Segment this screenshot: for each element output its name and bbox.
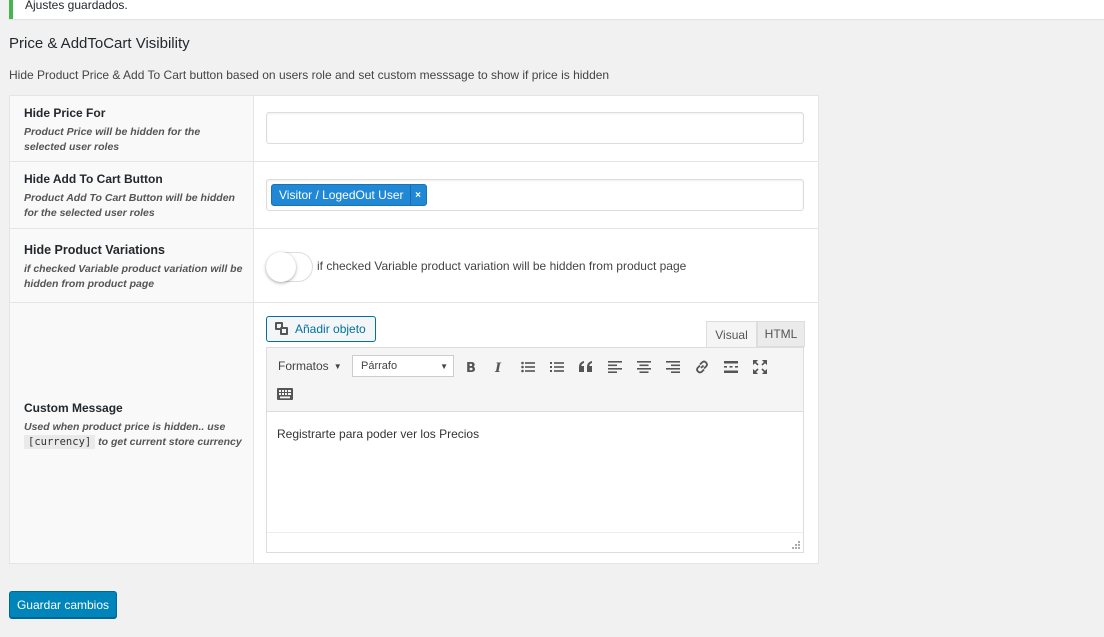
toggle-label: if checked Variable product variation wi…	[317, 259, 687, 273]
hide-price-title: Hide Price For	[24, 106, 106, 120]
hide-variations-label: Hide Product Variations if checked Varia…	[24, 243, 244, 292]
desc-before: Used when product price is hidden.. use	[24, 421, 226, 433]
row-divider	[10, 302, 818, 303]
rich-text-editor: Formatos ▼ Párrafo ▼ B I Registrarte par…	[266, 347, 804, 553]
bold-icon[interactable]: B	[460, 356, 482, 378]
custom-message-desc: Used when product price is hidden.. use …	[24, 420, 244, 450]
row-divider	[10, 228, 818, 229]
editor-statusbar	[267, 532, 803, 552]
numbered-list-icon[interactable]	[546, 356, 568, 378]
settings-table: Hide Price For Product Price will be hid…	[9, 95, 819, 564]
keyboard-icon[interactable]	[274, 383, 296, 405]
custom-message-title: Custom Message	[24, 401, 123, 415]
label-column	[10, 96, 254, 563]
bullet-list-icon[interactable]	[517, 356, 539, 378]
paragraph-label: Párrafo	[361, 360, 398, 372]
currency-code: [currency]	[24, 435, 96, 449]
hide-variations-title: Hide Product Variations	[24, 243, 166, 257]
editor-content[interactable]: Registrarte para poder ver los Precios	[277, 427, 479, 441]
hide-cart-select[interactable]: Visitor / LogedOut User ×	[266, 179, 804, 211]
hide-price-desc: Product Price will be hidden for the sel…	[24, 126, 201, 153]
align-right-icon[interactable]	[662, 356, 684, 378]
hide-variations-toggle[interactable]	[266, 252, 313, 282]
hide-cart-label: Hide Add To Cart Button Product Add To C…	[24, 172, 244, 221]
formats-menu[interactable]: Formatos ▼	[278, 359, 342, 373]
notice-text: Ajustes guardados.	[25, 0, 128, 12]
media-icon	[275, 322, 289, 336]
resize-handle-icon[interactable]	[792, 541, 800, 549]
hide-price-select[interactable]	[266, 112, 804, 144]
chevron-down-icon: ▼	[440, 361, 448, 371]
role-tag: Visitor / LogedOut User ×	[271, 184, 427, 206]
svg-text:B: B	[466, 361, 476, 374]
read-more-icon[interactable]	[720, 356, 742, 378]
save-button[interactable]: Guardar cambios	[9, 591, 117, 618]
formats-label: Formatos	[278, 359, 329, 373]
hide-price-label: Hide Price For Product Price will be hid…	[24, 106, 244, 155]
blockquote-icon[interactable]	[575, 356, 597, 378]
paragraph-select[interactable]: Párrafo ▼	[352, 355, 454, 377]
svg-text:I: I	[494, 361, 502, 374]
row-divider	[10, 161, 818, 162]
hide-cart-desc: Product Add To Cart Button will be hidde…	[24, 192, 235, 219]
link-icon[interactable]	[691, 356, 713, 378]
align-left-icon[interactable]	[604, 356, 626, 378]
tab-visual[interactable]: Visual	[706, 321, 757, 347]
hide-cart-title: Hide Add To Cart Button	[24, 172, 163, 186]
chevron-down-icon: ▼	[333, 361, 342, 371]
editor-toolbar: Formatos ▼ Párrafo ▼ B I	[267, 348, 803, 412]
custom-message-label: Custom Message Used when product price i…	[24, 401, 244, 450]
remove-tag-icon[interactable]: ×	[409, 185, 426, 205]
fullscreen-icon[interactable]	[749, 356, 771, 378]
align-center-icon[interactable]	[633, 356, 655, 378]
role-tag-label: Visitor / LogedOut User	[279, 188, 404, 202]
hide-variations-desc: if checked Variable product variation wi…	[24, 263, 243, 290]
add-media-label: Añadir objeto	[295, 322, 366, 336]
page-title: Price & AddToCart Visibility	[9, 35, 190, 52]
success-notice: Ajustes guardados.	[9, 0, 1104, 19]
page-description: Hide Product Price & Add To Cart button …	[9, 68, 610, 82]
desc-after: to get current store currency	[98, 436, 242, 448]
tab-html[interactable]: HTML	[757, 321, 805, 347]
add-media-button[interactable]: Añadir objeto	[266, 316, 376, 342]
italic-icon[interactable]: I	[488, 356, 510, 378]
toggle-knob	[266, 252, 296, 282]
